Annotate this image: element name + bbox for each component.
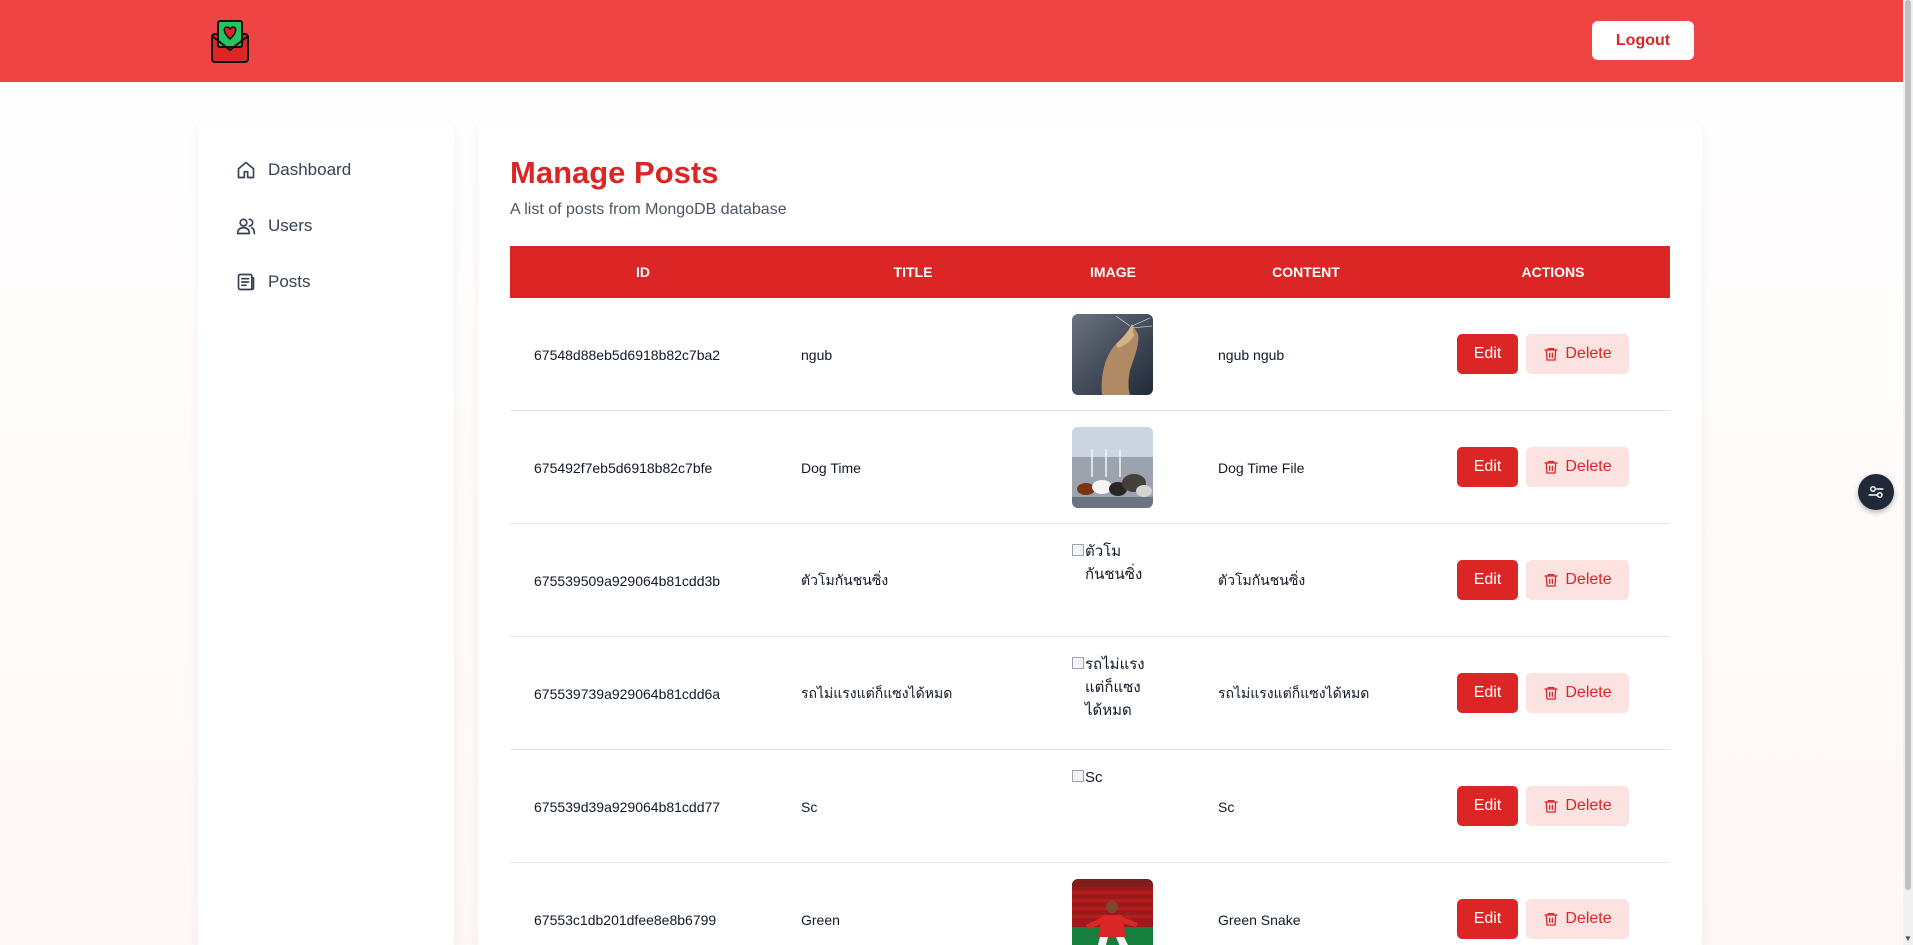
- trash-icon: [1544, 800, 1559, 813]
- delete-label: Delete: [1565, 910, 1612, 927]
- post-id: 67548d88eb5d6918b82c7ba2: [534, 346, 721, 363]
- delete-button[interactable]: Delete: [1526, 447, 1629, 487]
- post-image-cat: [1072, 314, 1153, 395]
- edit-button[interactable]: Edit: [1457, 899, 1518, 939]
- scroll-down-arrow-icon[interactable]: ▼: [1904, 935, 1912, 943]
- page-subtitle: A list of posts from MongoDB database: [510, 201, 787, 218]
- posts-icon: [236, 272, 256, 292]
- delete-label: Delete: [1565, 571, 1612, 588]
- users-icon: [236, 216, 256, 236]
- table-row: 67548d88eb5d6918b82c7ba2 ngub ngub ngub …: [510, 298, 1670, 411]
- edit-button[interactable]: Edit: [1457, 673, 1518, 713]
- post-title: รถไม่แรงแต่ก็แซงได้หมด: [801, 684, 953, 701]
- table-row: 67553c1db201dfee8e8b6799 Green Green Sna…: [510, 863, 1670, 945]
- trash-icon: [1544, 574, 1559, 587]
- sidebar-item-dashboard[interactable]: Dashboard: [236, 157, 351, 183]
- column-header-image: IMAGE: [1090, 264, 1136, 280]
- logo-icon[interactable]: [210, 18, 250, 64]
- table-header: ID TITLE IMAGE CONTENT ACTIONS: [510, 246, 1670, 298]
- post-image-dogs: [1072, 427, 1153, 508]
- column-header-content: CONTENT: [1272, 264, 1340, 280]
- sidebar-item-label: Posts: [268, 272, 311, 291]
- post-title: ngub: [801, 346, 833, 363]
- trash-icon: [1544, 348, 1559, 361]
- posts-table: ID TITLE IMAGE CONTENT ACTIONS 67548d88e…: [510, 246, 1670, 945]
- post-content: Green Snake: [1218, 911, 1301, 928]
- edit-button[interactable]: Edit: [1457, 786, 1518, 826]
- edit-button[interactable]: Edit: [1457, 334, 1518, 374]
- trash-icon: [1544, 687, 1559, 700]
- post-content: ตัวโมกันชนซิ่ง: [1218, 571, 1306, 588]
- column-header-actions: ACTIONS: [1521, 264, 1585, 280]
- post-title: Sc: [801, 798, 818, 815]
- post-content: Sc: [1218, 798, 1235, 815]
- broken-image: ตัวโมกันชนซิ่ง: [1072, 540, 1153, 586]
- delete-button[interactable]: Delete: [1526, 334, 1629, 374]
- post-image-football: [1072, 879, 1153, 945]
- trash-icon: [1544, 913, 1559, 926]
- post-title: ตัวโมกันชนซิ่ง: [801, 571, 889, 588]
- logout-button[interactable]: Logout: [1592, 21, 1694, 60]
- post-id: 67553c1db201dfee8e8b6799: [534, 911, 717, 928]
- trash-icon: [1544, 461, 1559, 474]
- image-alt-text: Sc: [1085, 769, 1103, 786]
- post-title: Green: [801, 911, 840, 928]
- post-content: Dog Time File: [1218, 459, 1305, 476]
- sidebar: Dashboard Users Posts: [198, 125, 454, 945]
- image-alt-text: ตัวโมกันชนซิ่ง: [1085, 543, 1143, 583]
- sidebar-item-posts[interactable]: Posts: [236, 269, 311, 295]
- broken-image-icon: [1072, 544, 1084, 556]
- table-row: 675539d39a929064b81cdd77 Sc Sc Sc Edit D…: [510, 750, 1670, 863]
- edit-button[interactable]: Edit: [1457, 447, 1518, 487]
- edit-button[interactable]: Edit: [1457, 560, 1518, 600]
- main-panel: Manage Posts A list of posts from MongoD…: [478, 125, 1702, 945]
- table-row: 675492f7eb5d6918b82c7bfe Dog Time Dog Ti…: [510, 411, 1670, 524]
- delete-button[interactable]: Delete: [1526, 786, 1629, 826]
- image-alt-text: รถไม่แรงแต่ก็แซงได้หมด: [1085, 656, 1145, 719]
- home-icon: [236, 160, 256, 180]
- sidebar-item-label: Dashboard: [268, 160, 352, 179]
- post-id: 675492f7eb5d6918b82c7bfe: [534, 459, 713, 476]
- column-header-title: TITLE: [893, 264, 933, 280]
- broken-image-icon: [1072, 770, 1084, 782]
- delete-button[interactable]: Delete: [1526, 673, 1629, 713]
- delete-button[interactable]: Delete: [1526, 899, 1629, 939]
- sliders-icon: [1868, 486, 1884, 498]
- delete-label: Delete: [1565, 458, 1612, 475]
- post-content: รถไม่แรงแต่ก็แซงได้หมด: [1218, 684, 1370, 701]
- sidebar-item-users[interactable]: Users: [236, 213, 312, 239]
- top-navbar: Logout: [0, 0, 1903, 82]
- post-title: Dog Time: [801, 459, 861, 476]
- delete-label: Delete: [1565, 345, 1612, 362]
- broken-image: Sc: [1072, 766, 1153, 789]
- delete-button[interactable]: Delete: [1526, 560, 1629, 600]
- sidebar-item-label: Users: [268, 216, 313, 235]
- delete-label: Delete: [1565, 797, 1612, 814]
- post-id: 675539d39a929064b81cdd77: [534, 798, 721, 815]
- broken-image: รถไม่แรงแต่ก็แซงได้หมด: [1072, 653, 1153, 722]
- post-id: 675539739a929064b81cdd6a: [534, 685, 721, 702]
- post-id: 675539509a929064b81cdd3b: [534, 572, 721, 589]
- table-row: 675539739a929064b81cdd6a รถไม่แรงแต่ก็แซ…: [510, 637, 1670, 750]
- scrollbar-thumb[interactable]: [1905, 0, 1911, 890]
- column-header-id: ID: [636, 264, 650, 280]
- page-title: Manage Posts: [510, 155, 719, 190]
- broken-image-icon: [1072, 657, 1084, 669]
- post-content: ngub ngub: [1218, 346, 1285, 363]
- table-row: 675539509a929064b81cdd3b ตัวโมกันชนซิ่ง …: [510, 524, 1670, 637]
- delete-label: Delete: [1565, 684, 1612, 701]
- floating-settings-button[interactable]: [1858, 474, 1894, 510]
